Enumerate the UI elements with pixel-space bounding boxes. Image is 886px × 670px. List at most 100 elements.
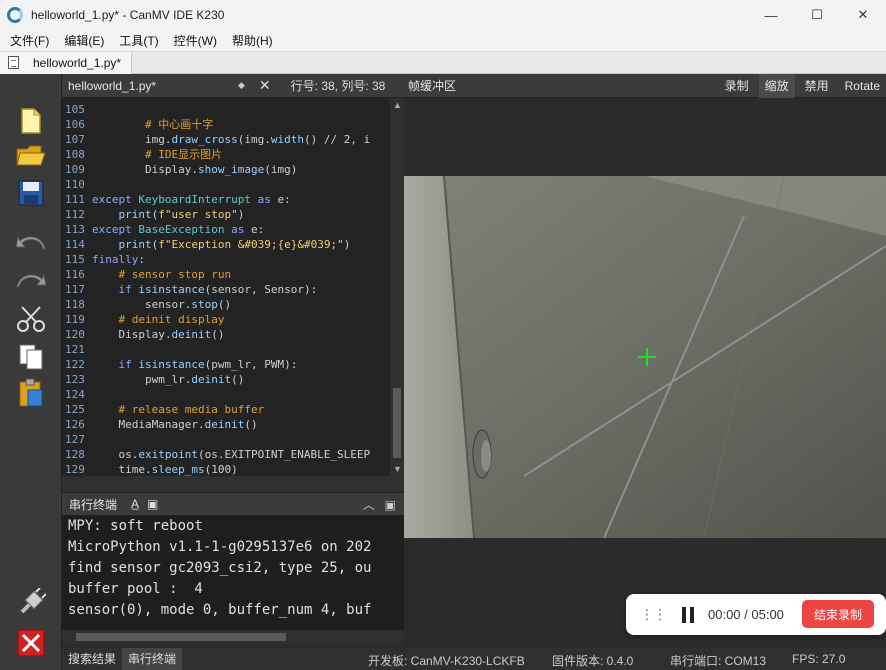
zoom-button[interactable]: 缩放 <box>758 74 795 98</box>
recording-toolbar: ⋮⋮ 00:00 / 05:00 结束录制 <box>626 594 886 635</box>
save-log-icon[interactable]: ▣ <box>147 497 158 511</box>
minimize-button[interactable]: — <box>748 0 794 30</box>
line-number: 129 <box>65 463 85 476</box>
title-bar: helloworld_1.py* - CanMV IDE K230 — ☐ ✕ <box>0 0 886 30</box>
line-number: 128 <box>65 448 85 461</box>
line-number: 127 <box>65 433 85 446</box>
line-number: 118 <box>65 298 85 311</box>
code-text: Display.deinit() <box>92 328 225 341</box>
window-controls: — ☐ ✕ <box>748 0 886 30</box>
code-line: 113 except BaseException as e: <box>62 222 390 237</box>
code-line: 114 print(f"Exception &#039;{e}&#039;") <box>62 237 390 252</box>
camera-image <box>404 176 886 538</box>
terminal-line: buffer pool : 4 <box>68 581 203 597</box>
new-file-button[interactable] <box>11 104 51 138</box>
stop-recording-button[interactable]: 结束录制 <box>802 600 874 628</box>
frame-buffer-buttons: 录制 缩放 禁用 Rotate <box>715 74 886 98</box>
dropdown-icon[interactable]: ◆ <box>238 80 245 91</box>
code-line: 112 print(f"user stop") <box>62 207 390 222</box>
menu-file[interactable]: 文件(F) <box>5 32 54 49</box>
editor-vertical-scrollbar[interactable]: ▲ ▼ <box>390 98 404 476</box>
undo-icon <box>15 235 46 250</box>
close-button[interactable]: ✕ <box>840 0 886 30</box>
open-folder-icon <box>16 145 46 166</box>
paste-icon <box>19 378 43 407</box>
code-line: 111 except KeyboardInterrupt as e: <box>62 192 390 207</box>
terminal-horizontal-scrollbar[interactable] <box>62 630 404 644</box>
copy-button[interactable] <box>11 340 51 374</box>
scroll-up-icon[interactable]: ▲ <box>393 100 402 110</box>
status-bar: 搜索结果 串行终端 开发板: CanMV-K230-LCKFB 固件版本: 0.… <box>62 648 886 670</box>
close-editor-icon[interactable]: ✕ <box>259 77 271 94</box>
terminal-scroll-thumb[interactable] <box>76 633 286 641</box>
maximize-button[interactable]: ☐ <box>794 0 840 30</box>
board-info: 开发板: CanMV-K230-LCKFB <box>368 654 525 668</box>
text-format-icon[interactable]: A̲ <box>131 497 139 511</box>
code-line: 124 <box>62 387 390 402</box>
menu-help[interactable]: 帮助(H) <box>227 32 278 49</box>
document-tab[interactable]: helloworld_1.py* <box>0 51 133 74</box>
save-file-button[interactable] <box>11 176 51 210</box>
frame-buffer-header: 帧缓冲区 录制 缩放 禁用 Rotate <box>404 74 886 98</box>
pause-button[interactable] <box>682 606 694 623</box>
open-file-button[interactable] <box>11 138 51 172</box>
terminal-line: MicroPython v1.1-1-g0295137e6 on 202 <box>68 539 372 555</box>
redo-icon <box>16 273 47 288</box>
scroll-down-icon[interactable]: ▼ <box>393 464 402 474</box>
code-text: os.exitpoint(os.EXITPOINT_ENABLE_SLEEP <box>92 448 371 461</box>
tab-search-results[interactable]: 搜索结果 <box>62 648 122 670</box>
menu-bar: 文件(F) 编辑(E) 工具(T) 控件(W) 帮助(H) <box>0 30 886 52</box>
plug-icon <box>20 588 46 614</box>
drag-handle-icon[interactable]: ⋮⋮ <box>640 606 667 623</box>
code-editor[interactable]: 105 106 # 中心画十字 107 img.draw_cross(img.wid… <box>62 98 390 476</box>
code-text: if isinstance(pwm_lr, PWM): <box>118 358 298 371</box>
line-number: 119 <box>65 313 85 326</box>
tab-serial-terminal[interactable]: 串行终端 <box>122 648 183 670</box>
record-button[interactable]: 录制 <box>719 74 755 98</box>
line-number: 114 <box>65 238 85 251</box>
cut-button[interactable] <box>11 302 51 336</box>
line-number: 116 <box>65 268 85 281</box>
serial-port: 串行端口: COM13 <box>670 654 767 668</box>
cursor-position: 行号: 38, 列号: 38 <box>290 79 386 93</box>
code-line: 119 # deinit display <box>62 312 390 327</box>
code-line: 110 <box>62 177 390 192</box>
redo-button[interactable] <box>11 264 51 298</box>
serial-terminal[interactable]: MPY: soft reboot MicroPython v1.1-1-g029… <box>62 516 404 630</box>
paste-button[interactable] <box>11 376 51 410</box>
code-text: # deinit display <box>118 313 225 326</box>
code-line: 128 os.exitpoint(os.EXITPOINT_ENABLE_SLE… <box>62 447 390 462</box>
line-number: 125 <box>65 403 85 416</box>
code-text: print(f"Exception &#039;{e}&#039;") <box>118 238 351 251</box>
code-line: 125 # release media buffer <box>62 402 390 417</box>
terminal-window-controls[interactable]: ︿ ▣ <box>363 496 396 513</box>
code-line: 115 finally: <box>62 252 390 267</box>
line-number: 115 <box>65 253 85 266</box>
stop-run-button[interactable] <box>11 626 51 660</box>
menu-tools[interactable]: 工具(T) <box>114 32 163 49</box>
code-line: 106 # 中心画十字 <box>62 117 390 132</box>
code-line: 109 Display.show_image(img) <box>62 162 390 177</box>
menu-edit[interactable]: 编辑(E) <box>59 32 109 49</box>
undo-button[interactable] <box>11 226 51 260</box>
terminal-label: 串行终端 <box>69 497 118 512</box>
line-number: 109 <box>65 163 85 176</box>
rotate-button[interactable]: Rotate <box>839 74 886 98</box>
save-disk-icon <box>18 180 44 206</box>
code-text: except BaseException as e: <box>92 223 265 236</box>
disable-button[interactable]: 禁用 <box>799 74 835 98</box>
line-number: 124 <box>65 388 85 401</box>
editor-horizontal-scrollbar[interactable] <box>62 476 404 492</box>
connect-button[interactable] <box>11 586 51 620</box>
code-text: print(f"user stop") <box>118 208 245 221</box>
scroll-thumb[interactable] <box>393 388 401 458</box>
line-number: 123 <box>65 373 85 386</box>
code-text: Display.show_image(img) <box>92 163 298 176</box>
code-line: 117 if isinstance(sensor, Sensor): <box>62 282 390 297</box>
code-line: 126 MediaManager.deinit() <box>62 417 390 432</box>
editor-file-selector[interactable]: helloworld_1.py* <box>68 79 238 93</box>
menu-widgets[interactable]: 控件(W) <box>169 32 222 49</box>
terminal-line: sensor(0), mode 0, buffer_num 4, buf <box>68 602 372 618</box>
new-file-icon <box>21 108 41 134</box>
line-number: 126 <box>65 418 85 431</box>
